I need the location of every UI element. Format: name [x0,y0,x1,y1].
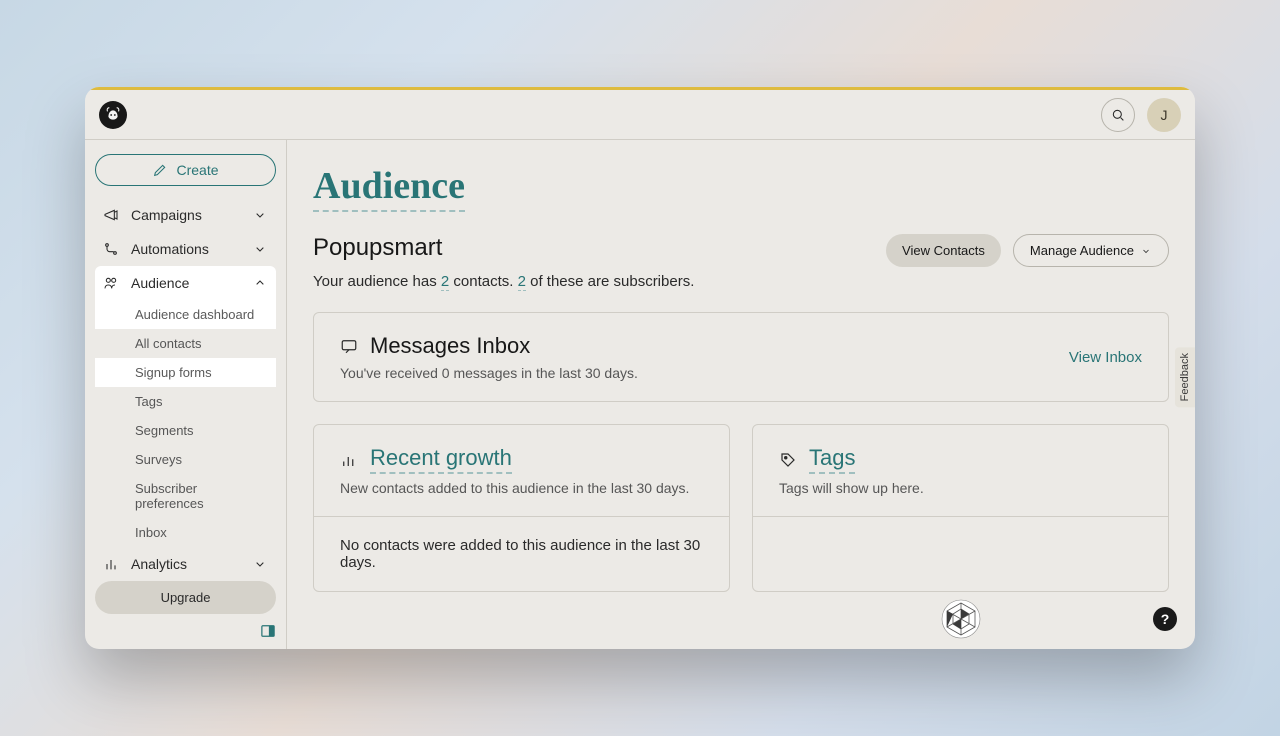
manage-audience-label: Manage Audience [1030,243,1134,258]
mailchimp-logo[interactable] [99,101,127,129]
inbox-title-row: Messages Inbox [340,333,638,359]
chevron-up-icon [252,275,268,291]
sidebar-label: Automations [131,241,209,257]
sidebar-item-campaigns[interactable]: Campaigns [95,198,276,232]
collapse-sidebar-button[interactable] [260,624,276,639]
audience-actions: View Contacts Manage Audience [886,234,1169,267]
tags-subtitle: Tags will show up here. [779,480,1142,496]
topbar-right-group: J [1101,98,1181,132]
barchart-icon [340,451,358,469]
inbox-left: Messages Inbox You've received 0 message… [340,333,638,381]
sidebar-label: Audience [131,275,189,291]
avatar[interactable]: J [1147,98,1181,132]
sidebar: Create Campaigns Automations Audience Au… [85,140,287,649]
two-column-row: Recent growth New contacts added to this… [313,424,1169,592]
messages-inbox-card: Messages Inbox You've received 0 message… [313,312,1169,402]
feedback-tab[interactable]: Feedback [1175,347,1195,407]
audience-subnav: Audience dashboard All contacts Signup f… [95,300,276,547]
flow-icon [103,241,119,257]
tag-icon [779,451,797,469]
tags-header: Tags Tags will show up here. [753,425,1168,517]
recent-growth-subtitle: New contacts added to this audience in t… [340,480,703,496]
bars-icon [103,556,119,572]
chat-icon [340,337,358,355]
tags-card: Tags Tags will show up here. [752,424,1169,592]
recent-growth-title-row: Recent growth [340,445,703,474]
view-contacts-button[interactable]: View Contacts [886,234,1001,267]
create-label: Create [176,162,218,178]
main-content: Audience Popupsmart View Contacts Manage… [287,140,1195,649]
view-inbox-link[interactable]: View Inbox [1069,349,1142,366]
inbox-title: Messages Inbox [370,333,530,359]
upgrade-button[interactable]: Upgrade [95,581,276,613]
subnav-segments[interactable]: Segments [95,416,276,445]
inbox-subtitle: You've received 0 messages in the last 3… [340,365,638,381]
pencil-icon [152,162,168,178]
chevron-down-icon [1140,245,1152,257]
top-bar: J [85,90,1195,140]
chevron-down-icon [252,241,268,257]
people-icon [103,275,119,291]
subnav-inbox[interactable]: Inbox [95,518,276,547]
gem-decoration-icon [939,599,983,639]
summary-text: of these are subscribers. [526,273,694,290]
app-window: J Create Campaigns Automations Audience [85,87,1195,649]
subnav-signup-forms[interactable]: Signup forms [95,358,276,387]
tags-title[interactable]: Tags [809,445,855,474]
recent-growth-card: Recent growth New contacts added to this… [313,424,730,592]
recent-growth-header: Recent growth New contacts added to this… [314,425,729,517]
chevron-down-icon [252,556,268,572]
tags-title-row: Tags [779,445,1142,474]
sidebar-item-analytics[interactable]: Analytics [95,547,276,581]
contacts-count[interactable]: 2 [441,273,449,291]
sidebar-item-automations[interactable]: Automations [95,232,276,266]
recent-growth-body: No contacts were added to this audience … [314,517,729,591]
subnav-all-contacts[interactable]: All contacts [95,329,276,358]
subnav-subscriber-prefs[interactable]: Subscriber preferences [95,474,276,518]
sidebar-item-audience[interactable]: Audience [95,266,276,300]
recent-growth-title[interactable]: Recent growth [370,445,512,474]
audience-name: Popupsmart [313,234,442,262]
manage-audience-button[interactable]: Manage Audience [1013,234,1169,267]
subnav-tags[interactable]: Tags [95,387,276,416]
monkey-icon [102,104,124,126]
subscribers-count[interactable]: 2 [518,273,526,291]
subnav-audience-dashboard[interactable]: Audience dashboard [95,300,276,329]
help-button[interactable]: ? [1153,607,1177,631]
create-button[interactable]: Create [95,154,276,186]
tags-body [753,517,1168,557]
subnav-surveys[interactable]: Surveys [95,445,276,474]
body-area: Create Campaigns Automations Audience Au… [85,140,1195,649]
panel-icon [261,624,275,638]
page-title: Audience [313,164,465,212]
chevron-down-icon [252,207,268,223]
megaphone-icon [103,207,119,223]
summary-text: contacts. [449,273,517,290]
audience-header: Popupsmart View Contacts Manage Audience [313,234,1169,267]
sidebar-label: Campaigns [131,207,202,223]
search-icon [1110,107,1126,123]
summary-text: Your audience has [313,273,441,290]
sidebar-label: Analytics [131,556,187,572]
search-button[interactable] [1101,98,1135,132]
audience-summary: Your audience has 2 contacts. 2 of these… [313,273,1169,290]
